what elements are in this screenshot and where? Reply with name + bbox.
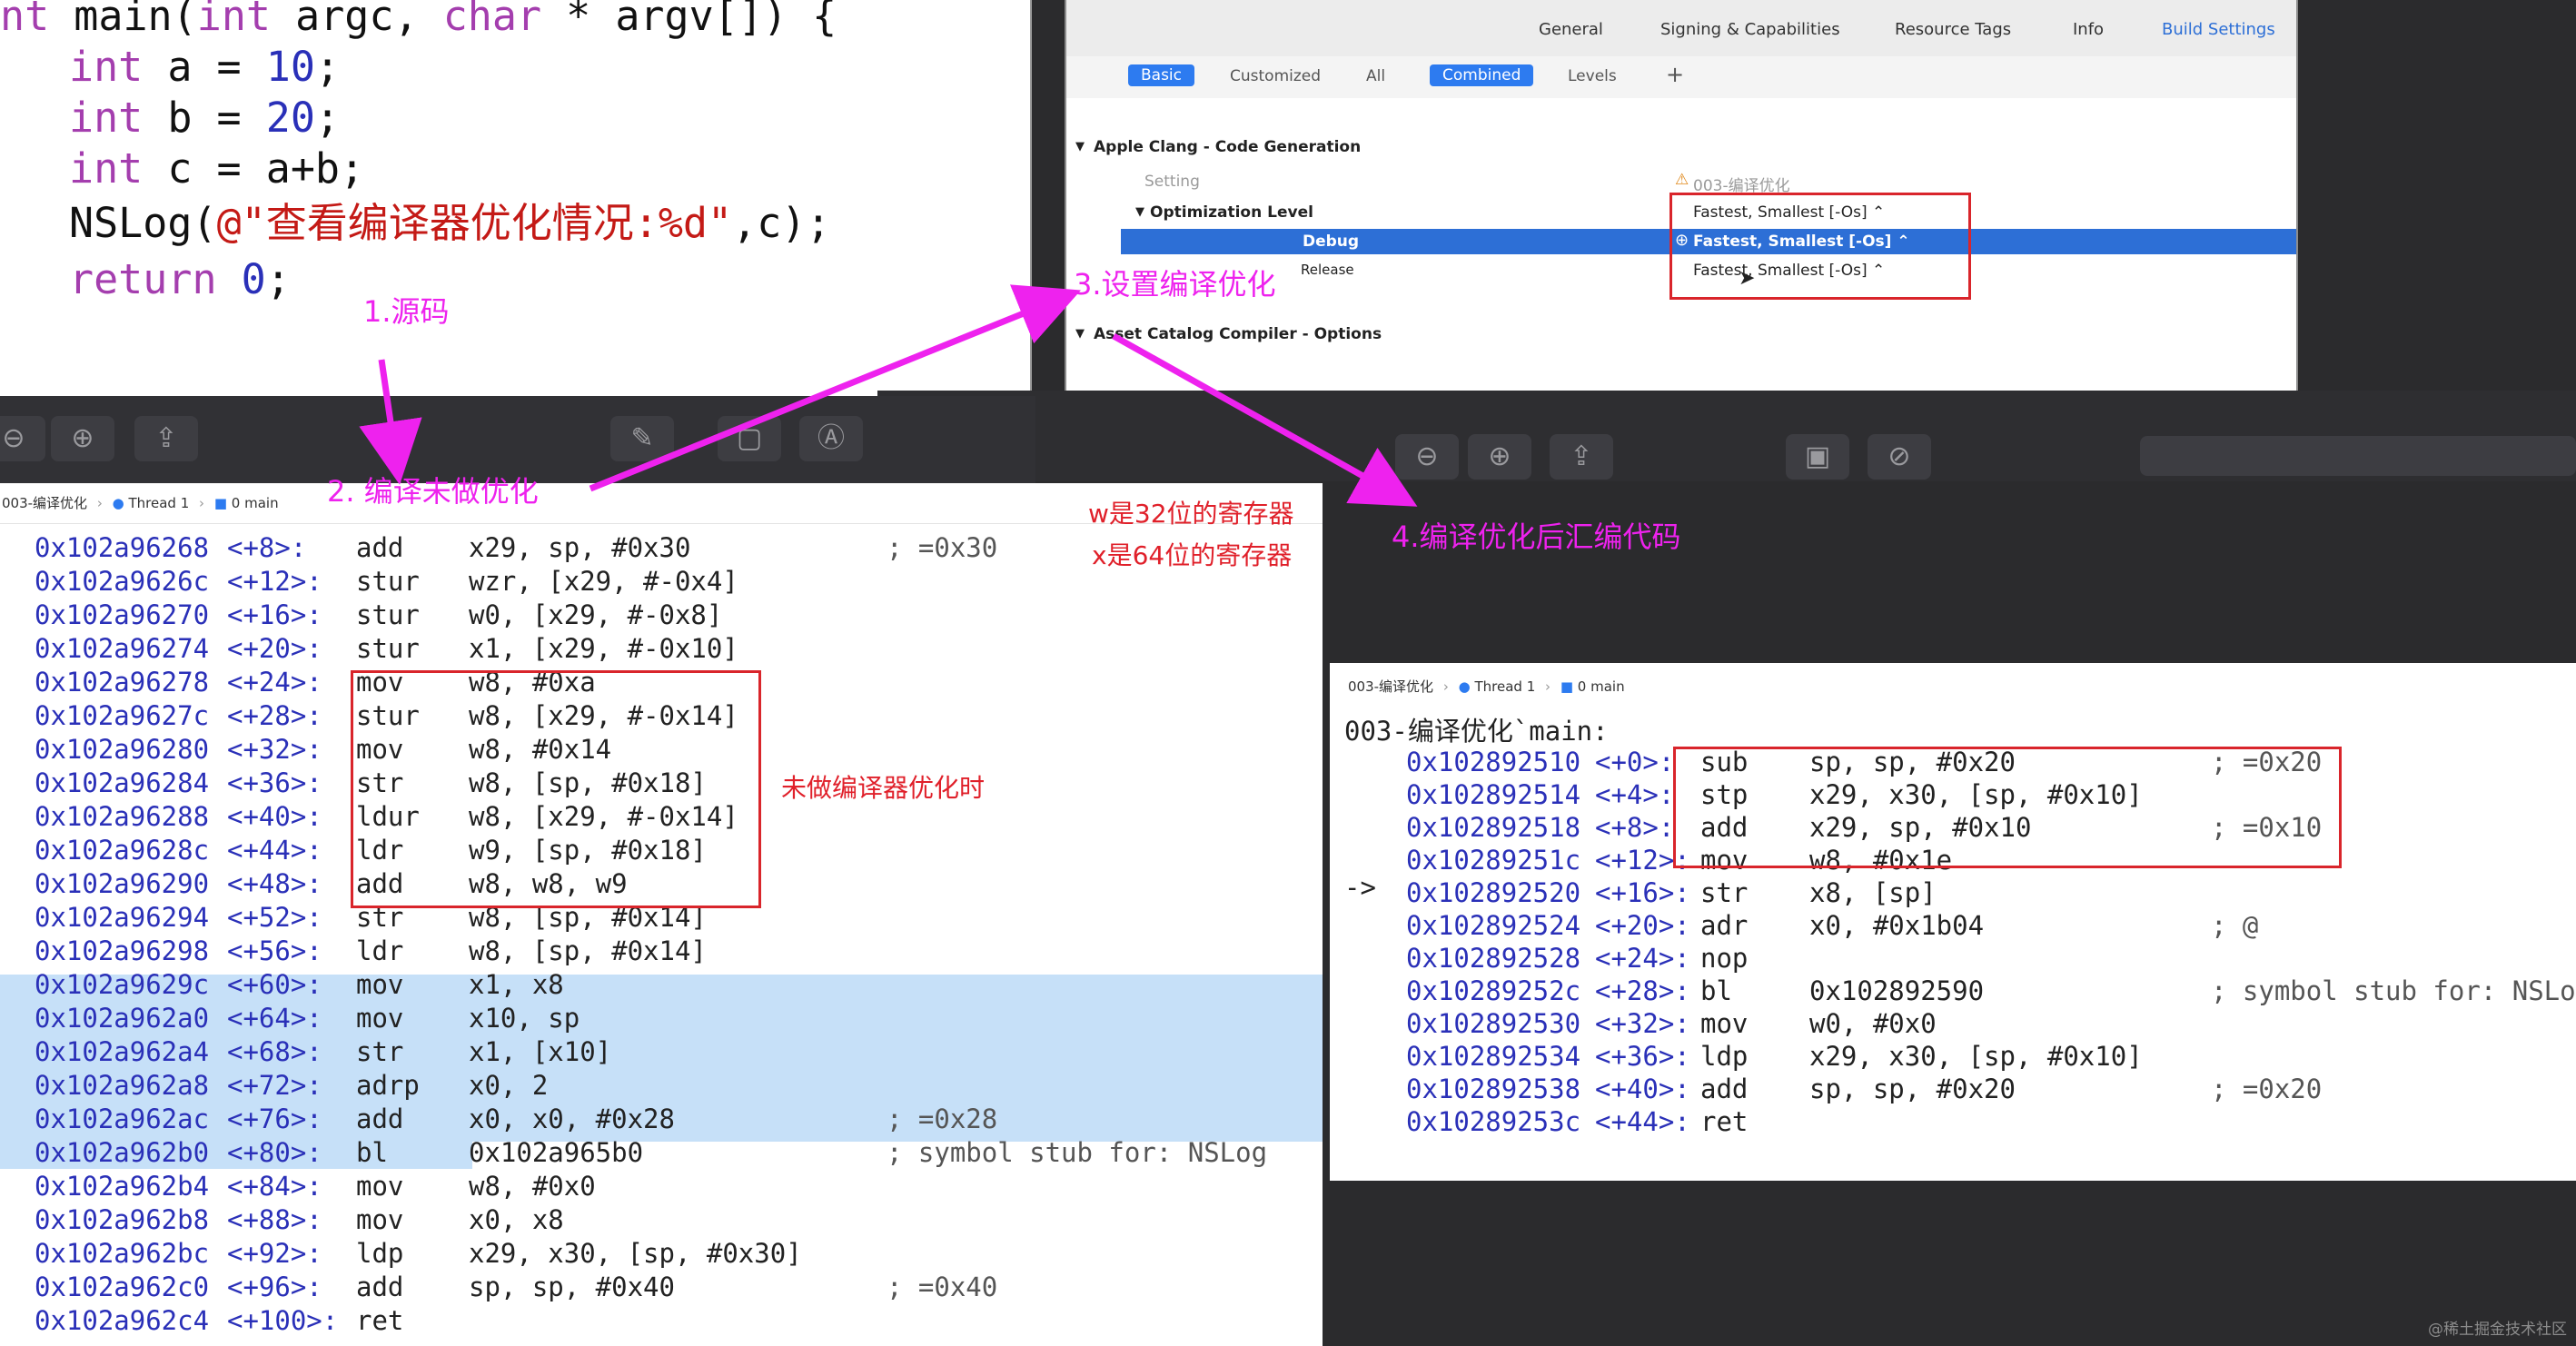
arrow-source-to-unoptimized <box>359 359 422 485</box>
watermark: @稀土掘金技术社区 <box>2428 1321 2567 1339</box>
step4-label: 4.编译优化后汇编代码 <box>1392 520 1681 554</box>
arrow-settings-to-optimized <box>1112 332 1418 507</box>
step2-label: 2. 编译未做优化 <box>327 474 539 509</box>
step3-label: 3.设置编译优化 <box>1074 267 1276 302</box>
annotation-arrows <box>359 284 1418 507</box>
arrow-to-settings <box>589 284 1081 492</box>
step1-label: 1.源码 <box>363 294 450 329</box>
